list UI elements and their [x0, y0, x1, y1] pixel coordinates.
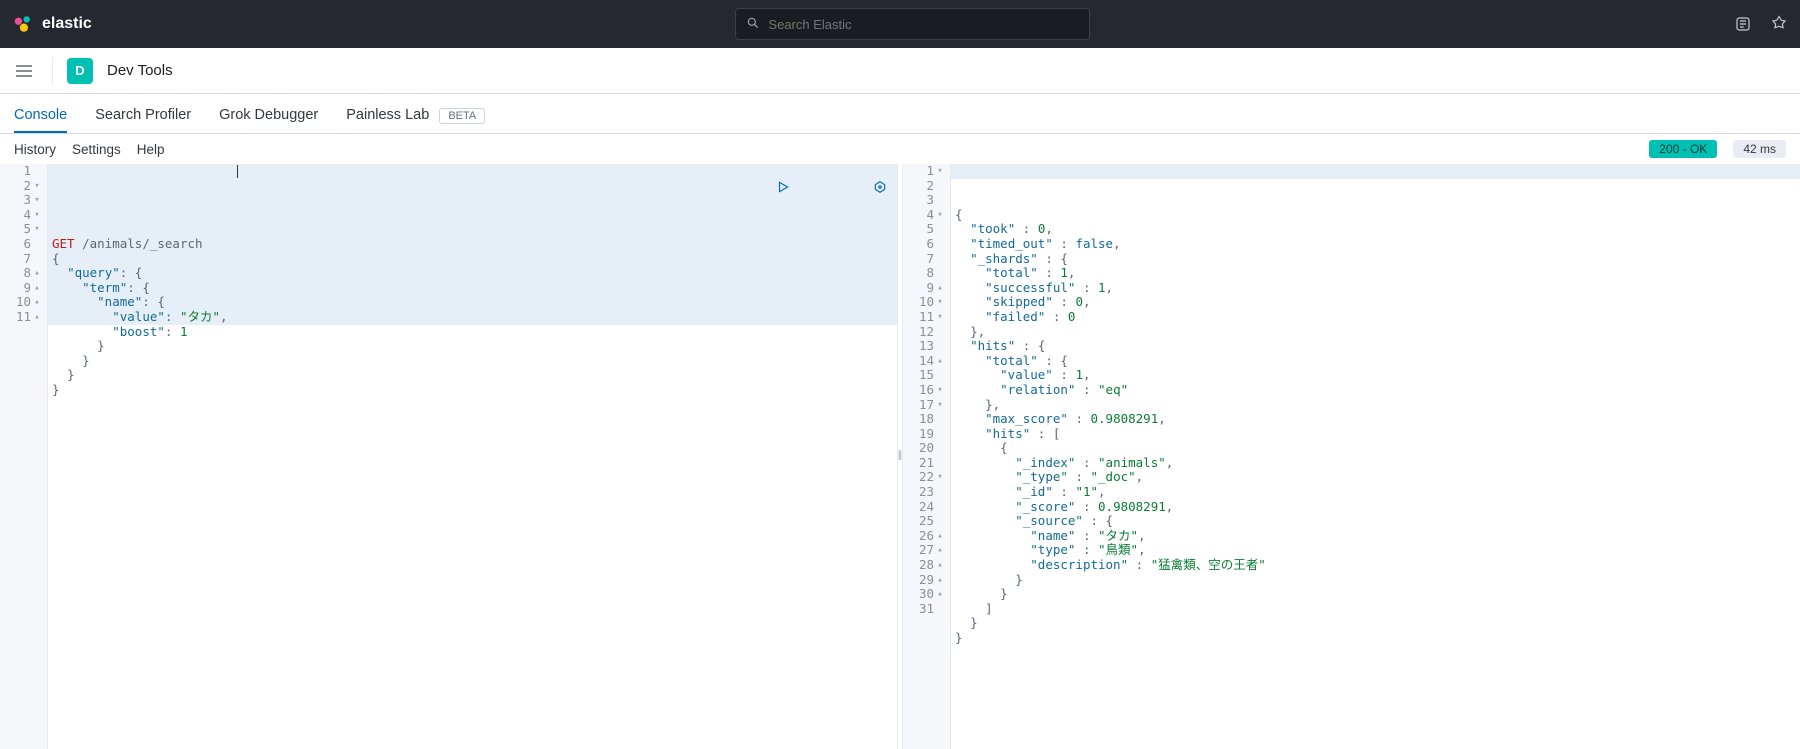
response-highlight — [951, 164, 1800, 179]
response-time-badge: 42 ms — [1733, 140, 1786, 158]
elastic-cluster-icon — [12, 13, 34, 35]
workspace: 12▾3▾4▾5▾678▴9▴10▴11▴ GET /animals/_sear… — [0, 164, 1800, 749]
settings-link[interactable]: Settings — [72, 142, 121, 157]
app-badge[interactable]: D — [67, 58, 93, 84]
brand-label: elastic — [42, 15, 92, 33]
response-gutter: 1▾234▾56789▴10▾11▾121314▴1516▾17▾1819202… — [903, 164, 951, 749]
request-options-icon[interactable] — [798, 165, 887, 212]
response-viewer[interactable]: { "took" : 0, "timed_out" : false, "_sha… — [951, 164, 1800, 749]
tab-painless-lab[interactable]: Painless Lab BETA — [346, 107, 485, 133]
tab-console[interactable]: Console — [14, 107, 67, 133]
text-cursor — [237, 165, 238, 178]
breadcrumb-label: Dev Tools — [107, 62, 173, 79]
request-editor[interactable]: GET /animals/_search{ "query": { "term":… — [48, 164, 897, 749]
request-pane: 12▾3▾4▾5▾678▴9▴10▴11▴ GET /animals/_sear… — [0, 164, 897, 749]
search-input[interactable] — [768, 17, 1079, 32]
console-toolbar: History Settings Help 200 - OK 42 ms — [0, 134, 1800, 164]
beta-badge: BETA — [439, 108, 485, 124]
breadcrumb-bar: D Dev Tools — [0, 48, 1800, 94]
tab-label: Painless Lab — [346, 107, 429, 123]
tab-grok-debugger[interactable]: Grok Debugger — [219, 107, 318, 133]
response-pane: 1▾234▾56789▴10▾11▾121314▴1516▾17▾1819202… — [903, 164, 1800, 749]
tab-search-profiler[interactable]: Search Profiler — [95, 107, 191, 133]
search-icon — [746, 16, 760, 33]
response-status-badge: 200 - OK — [1649, 140, 1717, 158]
history-link[interactable]: History — [14, 142, 56, 157]
topbar: elastic — [0, 0, 1800, 48]
help-link[interactable]: Help — [137, 142, 165, 157]
run-request-icon[interactable] — [700, 165, 789, 212]
help-icon[interactable] — [1770, 15, 1788, 33]
request-gutter: 12▾3▾4▾5▾678▴9▴10▴11▴ — [0, 164, 48, 749]
global-search[interactable] — [735, 8, 1090, 40]
tabs: Console Search Profiler Grok Debugger Pa… — [0, 94, 1800, 134]
newsfeed-icon[interactable] — [1734, 15, 1752, 33]
nav-menu-button[interactable] — [10, 57, 38, 85]
brand-logo[interactable]: elastic — [12, 13, 92, 35]
divider — [52, 57, 53, 85]
